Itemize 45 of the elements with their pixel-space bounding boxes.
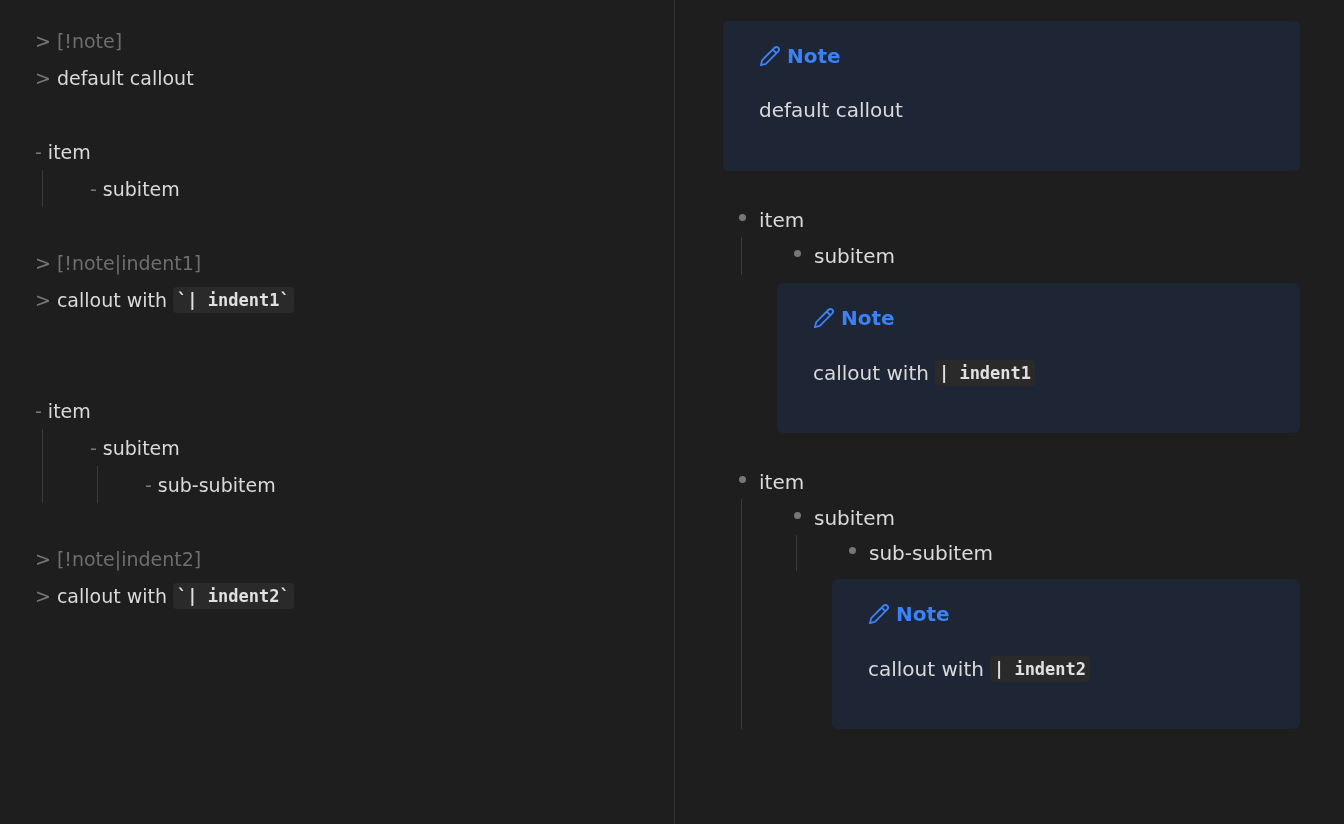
callout-text: default callout	[759, 98, 903, 122]
inline-code: `| indent2`	[173, 582, 294, 609]
callout-syntax: [!note|indent2]	[56, 547, 202, 570]
list-marker: -	[145, 473, 152, 496]
callout-title: Note	[841, 306, 895, 330]
quote-marker: >	[35, 547, 51, 570]
list-item-text: item	[759, 208, 805, 232]
list-marker: -	[35, 399, 42, 422]
callout-title: Note	[787, 44, 841, 68]
list-item-text: subitem	[102, 436, 180, 459]
quote-marker: >	[35, 288, 51, 311]
bullet-dot	[739, 213, 746, 221]
callout-syntax: [!note|indent1]	[56, 251, 202, 274]
pencil-icon	[813, 307, 835, 329]
quote-marker: >	[35, 66, 51, 89]
bullet-dot	[849, 546, 856, 554]
list-item-text: item	[759, 470, 805, 494]
list-item-text: item	[47, 140, 91, 163]
quote-marker: >	[35, 584, 51, 607]
bullet-dot	[794, 511, 801, 519]
callout-syntax: [!note]	[56, 29, 123, 52]
callout-text: callout with	[56, 288, 168, 311]
list-item-text: subitem	[814, 244, 895, 268]
bullet-dot	[739, 475, 746, 483]
list-marker: -	[90, 436, 97, 459]
list-item-text: subitem	[814, 506, 895, 530]
pencil-icon	[759, 45, 781, 67]
pencil-icon	[868, 603, 890, 625]
list-item-text: sub-subitem	[157, 473, 276, 496]
list-item-text: subitem	[102, 177, 180, 200]
quote-marker: >	[35, 29, 51, 52]
callout-text: callout with	[868, 657, 984, 681]
list-marker: -	[35, 140, 42, 163]
bullet-dot	[794, 249, 801, 257]
callout-text: callout with	[813, 361, 929, 385]
callout-text: callout with	[56, 584, 168, 607]
callout-title: Note	[896, 602, 950, 626]
callout-text: default callout	[56, 66, 194, 89]
quote-marker: >	[35, 251, 51, 274]
inline-code: | indent1	[934, 360, 1036, 386]
inline-code: | indent2	[989, 656, 1091, 682]
list-marker: -	[90, 177, 97, 200]
inline-code: `| indent1`	[173, 286, 294, 313]
list-item-text: item	[47, 399, 91, 422]
list-item-text: sub-subitem	[869, 541, 993, 565]
